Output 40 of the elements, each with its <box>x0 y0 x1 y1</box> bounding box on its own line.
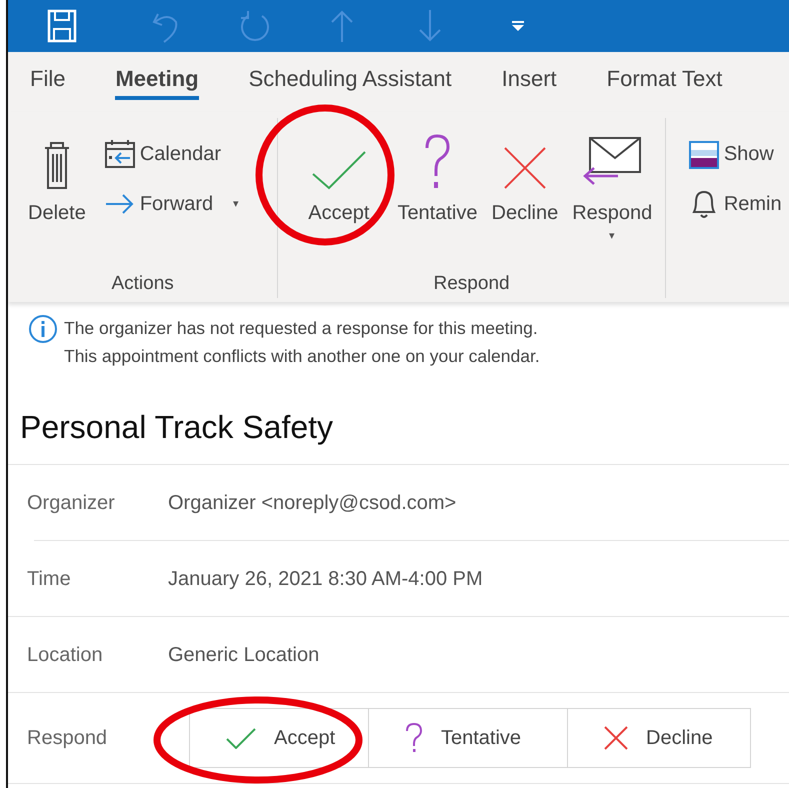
ribbon-tab[interactable]: Insert <box>502 66 557 100</box>
caret-icon: ▾ <box>609 228 616 244</box>
field-value: Generic Location <box>168 642 320 668</box>
ribbon-button[interactable]: Respond ▾ <box>568 118 656 244</box>
ribbon-button[interactable]: Calendar <box>104 138 240 170</box>
cross-icon <box>604 726 628 750</box>
save-icon[interactable] <box>46 8 78 44</box>
checkmark-icon <box>226 727 256 750</box>
show-as-icon <box>688 138 720 170</box>
ribbon-button[interactable]: Decline <box>488 118 562 228</box>
field-label: Location <box>26 642 104 668</box>
ribbon-button[interactable]: Delete <box>24 118 90 228</box>
info-message: The organizer has not requested a response for this meeting. <box>64 317 539 340</box>
calendar-icon <box>104 138 136 170</box>
response-button[interactable]: Accept <box>189 708 369 768</box>
ribbon-button[interactable]: Tentative <box>393 118 482 228</box>
ribbon-tab[interactable]: Meeting <box>115 66 199 100</box>
field-label: Organizer <box>26 490 116 516</box>
ribbon-tab[interactable]: Format Text <box>606 66 722 100</box>
field-value: January 26, 2021 8:30 AM-4:00 PM <box>168 566 483 592</box>
caret-icon: ▾ <box>233 196 240 212</box>
info-message: This appointment conflicts with another one on your calendar. <box>64 345 540 368</box>
checkmark-icon <box>310 150 367 190</box>
ribbon-tab[interactable]: File <box>30 66 66 100</box>
redo-icon[interactable] <box>238 8 270 44</box>
ribbon-tab[interactable]: Scheduling Assistant <box>248 66 452 100</box>
ribbon-button[interactable]: Remin <box>688 188 782 220</box>
field-label: Respond <box>26 726 108 752</box>
question-mark-icon <box>405 723 423 754</box>
group-label: Respond <box>432 272 511 296</box>
response-button[interactable]: Decline <box>567 708 751 768</box>
ribbon-button[interactable]: Show <box>688 138 782 170</box>
field-value: Organizer <noreply@csod.com> <box>168 490 456 516</box>
field-label: Time <box>26 566 72 592</box>
ribbon-button[interactable]: Forward ▾ <box>104 188 240 220</box>
info-icon <box>28 314 58 344</box>
cross-icon <box>502 146 547 190</box>
response-button[interactable]: Tentative <box>368 708 568 768</box>
group-label: Actions <box>110 272 175 296</box>
meeting-subject: Personal Track Safety <box>19 408 334 446</box>
